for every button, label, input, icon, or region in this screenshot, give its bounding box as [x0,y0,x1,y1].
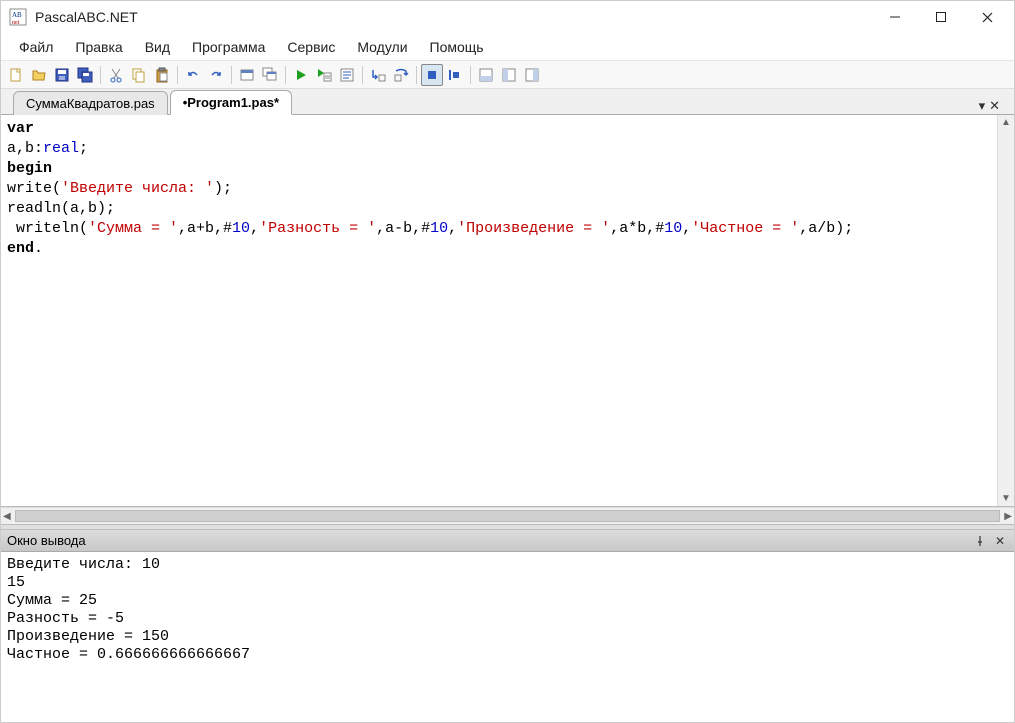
code-text: ; [79,140,88,157]
toolbar-sep [100,66,101,84]
tab-file-1[interactable]: СуммаКвадратов.pas [13,91,168,115]
new-file-icon[interactable] [5,64,27,86]
title-bar: ABnet PascalABC.NET [1,1,1014,33]
tab-strip: СуммаКвадратов.pas •Program1.pas* ▾ ✕ [1,89,1014,115]
code-str: 'Разность = ' [259,220,376,237]
code-str: 'Введите числа: ' [61,180,214,197]
menu-help[interactable]: Помощь [420,36,494,58]
code-str: 'Частное = ' [691,220,799,237]
run-vars-icon[interactable] [313,64,335,86]
toolbar-sep [177,66,178,84]
code-text: write( [7,180,61,197]
code-text: readln(a,b); [7,200,115,217]
code-kw: end [7,240,34,257]
vertical-scrollbar[interactable]: ▲ ▼ [997,115,1014,506]
code-text: a,b: [7,140,43,157]
stop-button-icon[interactable] [421,64,443,86]
menu-view[interactable]: Вид [135,36,180,58]
svg-text:AB: AB [12,11,22,19]
code-text: , [682,220,691,237]
open-file-icon[interactable] [28,64,50,86]
menu-bar: Файл Правка Вид Программа Сервис Модули … [1,33,1014,61]
menu-service[interactable]: Сервис [277,36,345,58]
editor-area: var a,b:real; begin write('Введите числа… [1,115,1014,507]
code-num: 10 [430,220,448,237]
panel-close-icon[interactable]: ✕ [992,533,1008,549]
scroll-up-icon[interactable]: ▲ [1001,117,1011,128]
scroll-left-icon[interactable]: ◀ [3,511,11,522]
app-window: ABnet PascalABC.NET Файл Правка Вид Прог… [0,0,1015,723]
step-into-icon[interactable] [367,64,389,86]
undo-icon[interactable] [182,64,204,86]
horizontal-scrollbar[interactable]: ◀ ▶ [1,507,1014,524]
toolbar-sep [416,66,417,84]
copy-icon[interactable] [128,64,150,86]
tab-file-2[interactable]: •Program1.pas* [170,90,292,115]
toolbar-sep [470,66,471,84]
menu-program[interactable]: Программа [182,36,275,58]
code-text: writeln( [7,220,88,237]
code-str: 'Произведение = ' [457,220,610,237]
code-text: ,a-b,# [376,220,430,237]
save-icon[interactable] [51,64,73,86]
code-kw: begin [7,160,52,177]
code-text: ); [214,180,232,197]
menu-modules[interactable]: Модули [347,36,417,58]
code-text: ,a/b); [799,220,853,237]
menu-file[interactable]: Файл [9,36,63,58]
code-text: ,a*b,# [610,220,664,237]
run-icon[interactable] [290,64,312,86]
code-num: 10 [232,220,250,237]
app-icon: ABnet [9,8,27,26]
code-text: ,a+b,# [178,220,232,237]
compile-icon[interactable] [336,64,358,86]
restart-icon[interactable] [444,64,466,86]
scroll-thumb[interactable] [15,510,1001,522]
panel2-icon[interactable] [498,64,520,86]
redo-icon[interactable] [205,64,227,86]
app-title: PascalABC.NET [35,9,872,25]
window-new-icon[interactable] [236,64,258,86]
toolbar-sep [285,66,286,84]
tab-right-controls: ▾ ✕ [979,98,1002,114]
scroll-down-icon[interactable]: ▼ [1001,493,1011,504]
code-text: , [250,220,259,237]
toolbar [1,61,1014,89]
panel3-icon[interactable] [521,64,543,86]
output-header: Окно вывода ✕ [1,530,1014,552]
code-editor[interactable]: var a,b:real; begin write('Введите числа… [1,115,997,506]
close-button[interactable] [964,1,1010,33]
code-text: , [448,220,457,237]
svg-text:net: net [12,20,20,26]
code-kw: var [7,120,34,137]
maximize-button[interactable] [918,1,964,33]
toolbar-sep [231,66,232,84]
output-title: Окно вывода [7,533,86,548]
toolbar-sep [362,66,363,84]
scroll-right-icon[interactable]: ▶ [1004,511,1012,522]
code-text: . [34,240,43,257]
code-type: real [43,140,79,157]
paste-icon[interactable] [151,64,173,86]
output-panel[interactable]: Введите числа: 10 15 Сумма = 25 Разность… [1,552,1014,722]
cut-icon[interactable] [105,64,127,86]
tab-close-icon[interactable]: ✕ [989,98,1000,114]
tab-dropdown-icon[interactable]: ▾ [979,98,986,114]
step-over-icon[interactable] [390,64,412,86]
windows-cascade-icon[interactable] [259,64,281,86]
pin-icon[interactable] [972,533,988,549]
window-controls [872,1,1010,33]
code-num: 10 [664,220,682,237]
code-str: 'Сумма = ' [88,220,178,237]
panel1-icon[interactable] [475,64,497,86]
menu-edit[interactable]: Правка [65,36,132,58]
save-all-icon[interactable] [74,64,96,86]
minimize-button[interactable] [872,1,918,33]
